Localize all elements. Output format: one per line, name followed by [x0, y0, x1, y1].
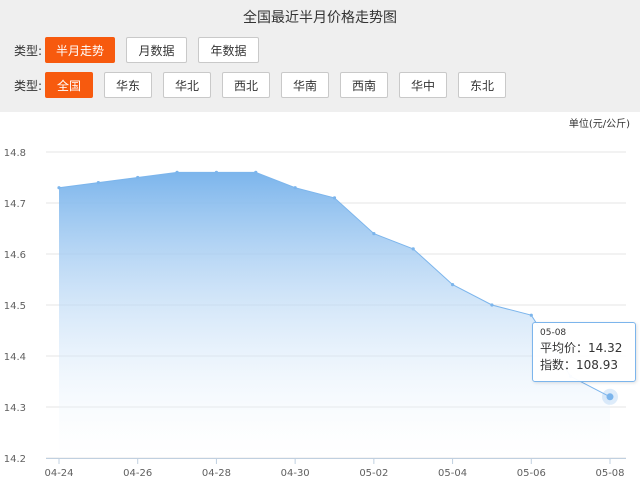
period-year-button[interactable]: 年数据: [198, 37, 259, 63]
region-filter-row: 类型: 全国 华东 华北 西北 华南 西南 华中 东北: [14, 72, 517, 98]
data-point: [136, 175, 140, 180]
data-point: [57, 186, 61, 190]
region-filter-label: 类型:: [14, 78, 43, 93]
tooltip-index: 指数：108.93: [540, 357, 628, 374]
x-tick-label: 05-04: [438, 468, 467, 479]
tooltip-index-label: 指数：: [540, 358, 577, 372]
region-northwest-button[interactable]: 西北: [222, 72, 270, 98]
x-tick-label: 05-08: [595, 468, 624, 479]
tooltip-avg-price: 平均价：14.32: [540, 340, 628, 357]
tooltip-date: 05-08: [540, 328, 567, 338]
tooltip-avg-value: 14.32: [588, 341, 623, 355]
period-month-button[interactable]: 月数据: [126, 37, 187, 63]
data-point: [332, 196, 337, 200]
data-point: [372, 232, 376, 236]
x-tick-label: 05-02: [359, 468, 388, 479]
x-tick-label: 05-06: [517, 468, 546, 479]
x-tick-label: 04-24: [44, 468, 73, 479]
filter-panel: 全国最近半月价格走势图 类型: 半月走势 月数据 年数据 类型: 全国 华东 华…: [0, 0, 640, 112]
y-tick-label: 14.6: [4, 250, 26, 261]
period-filter-row: 类型: 半月走势 月数据 年数据: [14, 37, 270, 63]
x-axis: [46, 458, 626, 464]
region-south-china-button[interactable]: 华南: [281, 72, 329, 98]
y-tick-label: 14.5: [4, 301, 26, 312]
x-axis-ticks: 04-24 04-26 04-28 04-30 05-02 05-04 05-06 05-08: [44, 468, 624, 479]
y-tick-label: 14.3: [4, 403, 26, 414]
region-southwest-button[interactable]: 西南: [340, 72, 388, 98]
x-tick-label: 04-30: [281, 468, 310, 479]
data-point: [411, 247, 415, 251]
data-point: [293, 186, 297, 190]
price-trend-chart[interactable]: 14.214.314.414.514.614.714.8 04-24 04-26 0…: [0, 112, 640, 490]
tooltip-index-value: 108.93: [576, 358, 619, 372]
data-point: [490, 303, 494, 307]
data-point-highlighted: [606, 393, 614, 401]
region-northeast-button[interactable]: 东北: [458, 72, 506, 98]
data-point: [450, 283, 455, 287]
data-point: [254, 170, 258, 174]
region-north-china-button[interactable]: 华北: [163, 72, 211, 98]
y-axis-ticks: 14.2 14.3 14.4 14.5 14.6 14.7 14.8: [4, 148, 26, 465]
region-east-china-button[interactable]: 华东: [104, 72, 152, 98]
data-point: [175, 170, 179, 174]
data-point: [214, 170, 219, 174]
tooltip-avg-label: 平均价：: [540, 341, 589, 355]
series-area: [59, 172, 610, 458]
page-title: 全国最近半月价格走势图: [243, 10, 397, 26]
region-central-china-button[interactable]: 华中: [399, 72, 447, 98]
period-half-month-button[interactable]: 半月走势: [45, 37, 115, 63]
data-tooltip: 05-08 平均价：14.32 指数：108.93: [532, 322, 636, 382]
area-fill: [59, 172, 610, 458]
y-tick-label: 14.8: [4, 148, 26, 159]
x-tick-label: 04-28: [202, 468, 231, 479]
region-national-button[interactable]: 全国: [45, 72, 93, 98]
period-filter-label: 类型:: [14, 43, 43, 58]
x-tick-label: 04-26: [123, 468, 152, 479]
data-point: [529, 313, 533, 317]
data-point: [96, 181, 100, 185]
y-tick-label: 14.2: [4, 454, 26, 465]
y-tick-label: 14.4: [4, 352, 26, 363]
y-tick-label: 14.7: [4, 199, 26, 210]
